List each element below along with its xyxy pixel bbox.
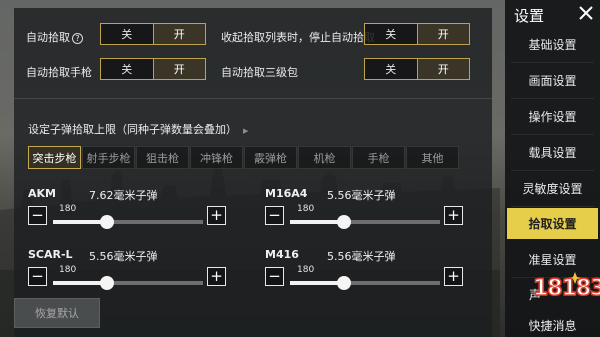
- slider-fill: [290, 220, 344, 224]
- nav-divider: [511, 206, 594, 207]
- ammo-limit-value-m416: 180: [297, 265, 315, 275]
- ammo-slider-m16a4[interactable]: [290, 215, 440, 229]
- nav-divider: [511, 134, 594, 135]
- collapse-stop-pickup-label: 收起拾取列表时，停止自动拾取: [221, 31, 375, 44]
- minus-icon: −: [268, 267, 281, 285]
- nav-divider: [511, 98, 594, 99]
- tab-machine-gun[interactable]: 机枪: [298, 146, 351, 169]
- ammo-type-m16a4: 5.56毫米子弹: [327, 189, 396, 202]
- slider-thumb[interactable]: [100, 276, 114, 290]
- tab-pistol[interactable]: 手枪: [352, 146, 405, 169]
- plus-icon: +: [447, 267, 460, 285]
- pickup-settings-panel: 自动拾取? 关 开 收起拾取列表时，停止自动拾取 关 开 自动拾取手枪 关 开 …: [14, 8, 492, 337]
- plus-button-m16a4[interactable]: +: [444, 206, 463, 225]
- help-icon[interactable]: ?: [72, 33, 83, 44]
- collapse-stop-on-button[interactable]: 开: [416, 24, 469, 44]
- nav-item-graphics[interactable]: 画面设置: [507, 65, 598, 96]
- tab-shotgun[interactable]: 霰弹枪: [244, 146, 297, 169]
- collapse-stop-off-button[interactable]: 关: [365, 24, 417, 44]
- minus-button-m416[interactable]: −: [265, 267, 284, 286]
- tab-other[interactable]: 其他: [406, 146, 459, 169]
- auto-pickup-toggle[interactable]: 关 开: [100, 23, 206, 45]
- weapon-name-akm: AKM: [28, 187, 56, 200]
- nav-item-vehicle[interactable]: 载具设置: [507, 137, 598, 168]
- collapse-stop-pickup-toggle[interactable]: 关 开: [364, 23, 470, 45]
- auto-pickup-lvl3-bag-on-button[interactable]: 开: [416, 59, 469, 79]
- settings-title: 设置: [514, 7, 545, 25]
- auto-pickup-label: 自动拾取: [26, 31, 70, 44]
- ammo-type-akm: 7.62毫米子弹: [89, 189, 158, 202]
- ammo-type-scar-l: 5.56毫米子弹: [89, 250, 158, 263]
- minus-button-m16a4[interactable]: −: [265, 206, 284, 225]
- minus-icon: −: [268, 206, 281, 224]
- ammo-slider-m416[interactable]: [290, 276, 440, 290]
- ammo-slider-akm[interactable]: [53, 215, 203, 229]
- tab-dmr[interactable]: 射手步枪: [82, 146, 135, 169]
- restore-defaults-button[interactable]: 恢复默认: [14, 298, 100, 328]
- weapon-category-tabs: 突击步枪 射手步枪 狙击枪 冲锋枪 霰弹枪 机枪 手枪 其他: [28, 146, 460, 169]
- plus-button-scar-l[interactable]: +: [207, 267, 226, 286]
- expand-arrow-icon: ▶: [243, 127, 249, 135]
- auto-pickup-off-button[interactable]: 关: [101, 24, 153, 44]
- weapon-name-scar-l: SCAR-L: [28, 248, 73, 261]
- ammo-slider-scar-l[interactable]: [53, 276, 203, 290]
- plus-icon: +: [447, 206, 460, 224]
- auto-pickup-pistol-label: 自动拾取手枪: [26, 66, 92, 79]
- nav-divider: [511, 170, 594, 171]
- ammo-type-m416: 5.56毫米子弹: [327, 250, 396, 263]
- plus-icon: +: [210, 206, 223, 224]
- ammo-limit-value-akm: 180: [59, 204, 77, 214]
- plus-icon: +: [210, 267, 223, 285]
- tab-smg[interactable]: 冲锋枪: [190, 146, 243, 169]
- slider-thumb[interactable]: [100, 215, 114, 229]
- auto-pickup-on-button[interactable]: 开: [152, 24, 205, 44]
- nav-item-basic[interactable]: 基础设置: [507, 29, 598, 60]
- ammo-limit-value-scar-l: 180: [59, 265, 77, 275]
- plus-button-m416[interactable]: +: [444, 267, 463, 286]
- weapon-name-m16a4: M16A4: [265, 187, 308, 200]
- nav-item-pickup[interactable]: 拾取设置: [507, 208, 598, 239]
- auto-pickup-lvl3-bag-off-button[interactable]: 关: [365, 59, 417, 79]
- minus-icon: −: [31, 267, 44, 285]
- close-icon[interactable]: [579, 6, 593, 20]
- nav-item-controls[interactable]: 操作设置: [507, 101, 598, 132]
- auto-pickup-pistol-toggle[interactable]: 关 开: [100, 58, 206, 80]
- plus-button-akm[interactable]: +: [207, 206, 226, 225]
- nav-item-sensitivity[interactable]: 灵敏度设置: [507, 173, 598, 204]
- minus-button-scar-l[interactable]: −: [28, 267, 47, 286]
- slider-thumb[interactable]: [337, 215, 351, 229]
- nav-item-quick-messages[interactable]: 快捷消息: [507, 314, 598, 337]
- slider-fill: [290, 281, 344, 285]
- slider-thumb[interactable]: [337, 276, 351, 290]
- section-divider: [14, 98, 492, 99]
- watermark-text: 18183: [532, 275, 600, 302]
- minus-button-akm[interactable]: −: [28, 206, 47, 225]
- auto-pickup-pistol-on-button[interactable]: 开: [152, 59, 205, 79]
- ammo-limit-value-m16a4: 180: [297, 204, 315, 214]
- nav-divider: [511, 62, 594, 63]
- slider-fill: [53, 281, 107, 285]
- minus-icon: −: [31, 206, 44, 224]
- auto-pickup-lvl3-bag-toggle[interactable]: 关 开: [364, 58, 470, 80]
- slider-fill: [53, 220, 107, 224]
- ammo-limit-title: 设定子弹拾取上限（同种子弹数量会叠加）: [28, 123, 237, 136]
- watermark-logo: 18183: [531, 270, 600, 306]
- auto-pickup-pistol-off-button[interactable]: 关: [101, 59, 153, 79]
- ammo-limit-section-title: 设定子弹拾取上限（同种子弹数量会叠加） ▶: [28, 121, 248, 137]
- tab-sniper-rifle[interactable]: 狙击枪: [136, 146, 189, 169]
- auto-pickup-row: 自动拾取?: [26, 29, 83, 45]
- tab-assault-rifle[interactable]: 突击步枪: [28, 146, 81, 169]
- auto-pickup-lvl3-bag-label: 自动拾取三级包: [221, 66, 298, 79]
- weapon-name-m416: M416: [265, 248, 299, 261]
